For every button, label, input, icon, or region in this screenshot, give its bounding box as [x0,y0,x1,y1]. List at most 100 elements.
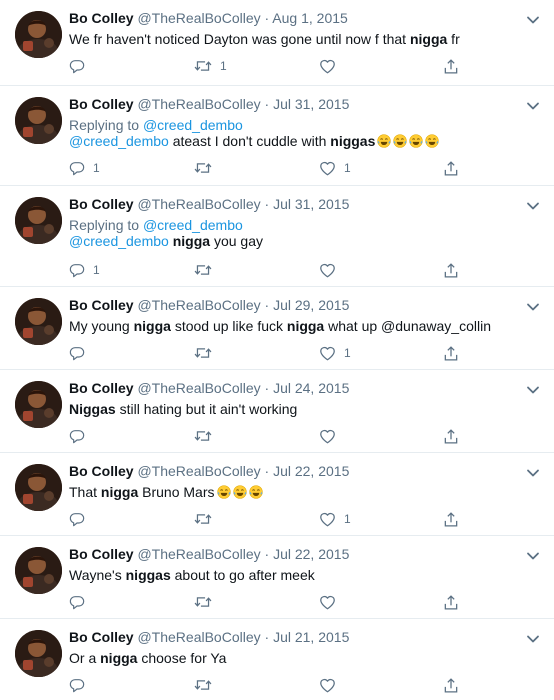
like-button[interactable]: 1 [319,509,351,529]
share-button[interactable] [443,158,459,178]
tweet[interactable]: Bo Colley @TheRealBoColley · Jul 22, 201… [0,453,554,536]
tweet-text: We fr haven't noticed Dayton was gone un… [69,30,460,48]
share-button[interactable] [443,260,459,280]
avatar[interactable] [15,381,62,428]
heart-icon [319,58,336,74]
tweet-text: @creed_dembo nigga you gay [69,232,263,250]
share-button[interactable] [443,509,459,529]
mention-link[interactable]: @creed_dembo [69,133,169,149]
bold-word: nigga [286,318,325,334]
share-button[interactable] [443,343,459,363]
reply-button[interactable] [69,56,93,76]
retweet-button[interactable] [194,675,220,695]
like-button[interactable] [319,260,344,280]
text-segment: you gay [210,233,263,249]
like-button[interactable] [319,56,344,76]
retweet-button[interactable] [194,158,220,178]
tweet-actions: 1 [69,260,489,280]
tweet[interactable]: Bo Colley @TheRealBoColley · Jul 21, 201… [0,619,554,700]
avatar[interactable] [15,464,62,511]
retweet-button[interactable]: 1 [194,56,227,76]
like-button[interactable] [319,426,344,446]
chevron-down-icon[interactable] [526,548,540,560]
tweet[interactable]: Bo Colley @TheRealBoColley · Jul 22, 201… [0,536,554,619]
emoji-group [215,484,263,500]
retweet-count: 1 [220,59,227,73]
tweet[interactable]: Bo Colley @TheRealBoColley · Aug 1, 2015… [0,0,554,86]
avatar[interactable] [15,11,62,58]
display-name[interactable]: Bo Colley [69,546,134,562]
reply-button[interactable] [69,675,93,695]
reply-icon [69,58,85,74]
avatar[interactable] [15,630,62,677]
share-button[interactable] [443,592,459,612]
share-button[interactable] [443,426,459,446]
reply-button[interactable] [69,426,93,446]
display-name[interactable]: Bo Colley [69,463,134,479]
reply-icon [69,594,85,610]
text-segment: Wayne's [69,567,126,583]
chevron-down-icon[interactable] [526,12,540,24]
bold-word: Niggas [69,401,116,417]
tweet-text: Or a nigga choose for Ya [69,649,226,667]
retweet-button[interactable] [194,426,220,446]
handle-and-date: @TheRealBoColley · Jul 31, 2015 [137,96,350,112]
reply-count: 1 [93,161,100,175]
avatar[interactable] [15,197,62,244]
display-name[interactable]: Bo Colley [69,380,134,396]
tweet-text: Wayne's niggas about to go after meek [69,566,315,584]
display-name[interactable]: Bo Colley [69,629,134,645]
like-button[interactable]: 1 [319,158,351,178]
avatar[interactable] [15,547,62,594]
chevron-down-icon[interactable] [526,98,540,110]
display-name[interactable]: Bo Colley [69,96,134,112]
heart-icon [319,428,336,444]
share-button[interactable] [443,675,459,695]
chevron-down-icon[interactable] [526,631,540,643]
reply-button[interactable]: 1 [69,158,100,178]
text-segment: stood up like fuck [170,318,287,334]
emoji-group [375,133,440,149]
reply-button[interactable] [69,592,93,612]
display-name[interactable]: Bo Colley [69,10,134,26]
mention-link[interactable]: @creed_dembo [69,233,169,249]
text-segment: My young [69,318,134,334]
avatar[interactable] [15,298,62,345]
avatar[interactable] [15,97,62,144]
like-count: 1 [344,161,351,175]
reply-icon [69,160,85,176]
tweet[interactable]: Bo Colley @TheRealBoColley · Jul 31, 201… [0,86,554,186]
reply-button[interactable]: 1 [69,260,100,280]
handle-and-date: @TheRealBoColley · Jul 22, 2015 [137,546,350,562]
tweet[interactable]: Bo Colley @TheRealBoColley · Jul 31, 201… [0,186,554,287]
chevron-down-icon[interactable] [526,198,540,210]
tweet-actions: 1 [69,56,489,76]
share-button[interactable] [443,56,459,76]
replying-to-handle-link[interactable]: @creed_dembo [143,217,243,233]
retweet-icon [194,345,212,361]
tweet[interactable]: Bo Colley @TheRealBoColley · Jul 24, 201… [0,370,554,453]
retweet-button[interactable] [194,592,220,612]
reply-button[interactable] [69,509,93,529]
display-name[interactable]: Bo Colley [69,196,134,212]
like-button[interactable] [319,675,344,695]
retweet-button[interactable] [194,509,220,529]
heart-icon [319,677,336,693]
chevron-down-icon[interactable] [526,299,540,311]
tweet[interactable]: Bo Colley @TheRealBoColley · Jul 29, 201… [0,287,554,370]
text-segment: choose for Ya [137,650,227,666]
tweet-actions [69,426,489,446]
replying-to-handle-link[interactable]: @creed_dembo [143,117,243,133]
reply-button[interactable] [69,343,93,363]
share-icon [443,262,459,279]
bold-word: nigga [100,650,138,666]
retweet-button[interactable] [194,260,220,280]
retweet-button[interactable] [194,343,220,363]
share-icon [443,160,459,177]
chevron-down-icon[interactable] [526,382,540,394]
like-button[interactable]: 1 [319,343,351,363]
display-name[interactable]: Bo Colley [69,297,134,313]
chevron-down-icon[interactable] [526,465,540,477]
like-button[interactable] [319,592,344,612]
retweet-icon [194,511,212,527]
